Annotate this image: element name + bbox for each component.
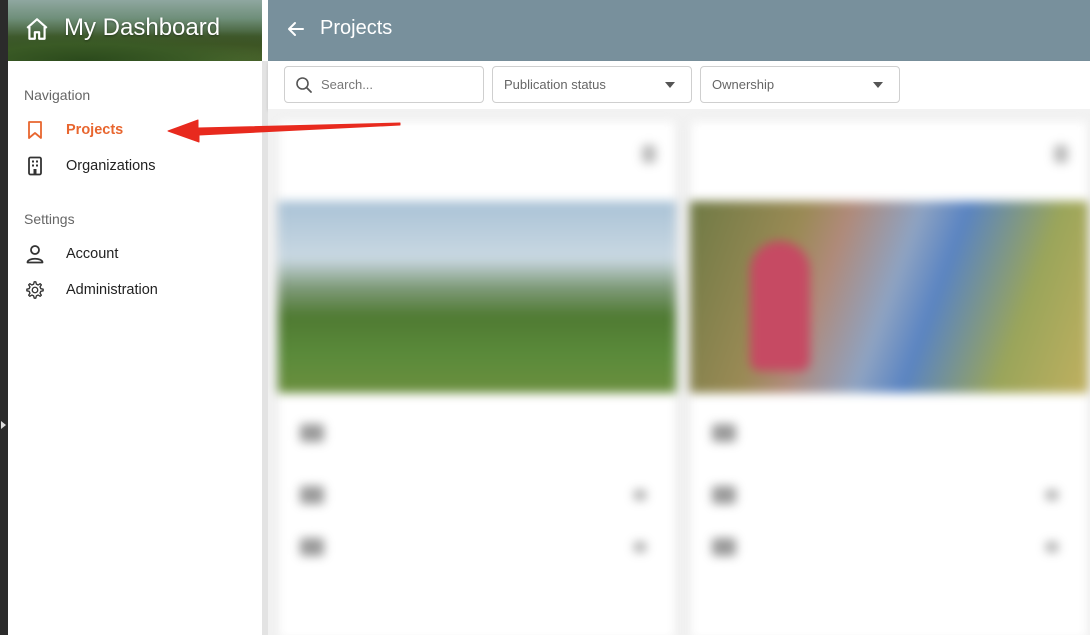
chevron-down-icon	[873, 82, 883, 88]
search-field[interactable]	[284, 66, 484, 103]
project-card[interactable]	[690, 121, 1088, 635]
row-icon	[712, 486, 736, 504]
project-image	[690, 201, 1088, 393]
ownership-select[interactable]: Ownership	[700, 66, 900, 103]
sidebar-item-account[interactable]: Account	[24, 239, 254, 269]
sidebar-item-label: Organizations	[66, 158, 156, 174]
more-options-icon[interactable]	[1054, 145, 1068, 163]
publication-status-label: Publication status	[504, 77, 606, 92]
sidebar: My Dashboard Navigation Projects Organiz…	[8, 0, 262, 635]
person-icon	[24, 243, 46, 265]
dashboard-title[interactable]: My Dashboard	[64, 14, 220, 42]
row-icon	[300, 424, 324, 442]
project-card[interactable]	[278, 121, 676, 635]
page-title: Projects	[320, 17, 393, 39]
chevron-right-icon	[1046, 490, 1058, 500]
row-icon	[300, 538, 324, 556]
more-options-icon[interactable]	[642, 145, 656, 163]
sidebar-item-label: Account	[66, 246, 119, 262]
sidebar-item-administration[interactable]: Administration	[24, 275, 254, 305]
image-figure	[750, 241, 810, 371]
card-row	[300, 423, 352, 443]
row-icon	[300, 486, 324, 504]
search-icon	[296, 76, 312, 93]
card-row[interactable]	[712, 485, 764, 505]
expand-handle-icon[interactable]	[1, 421, 6, 429]
card-row[interactable]	[300, 537, 352, 557]
arrow-left-icon[interactable]	[286, 19, 306, 39]
sidebar-item-label: Projects	[66, 122, 124, 138]
section-label-settings: Settings	[24, 211, 75, 227]
sidebar-item-projects[interactable]: Projects	[24, 115, 254, 145]
sidebar-item-label: Administration	[66, 282, 158, 298]
filter-bar: Publication status Ownership	[268, 61, 1090, 109]
card-row[interactable]	[712, 537, 764, 557]
home-icon[interactable]	[24, 16, 50, 42]
row-icon	[712, 538, 736, 556]
building-icon	[24, 155, 46, 177]
blurred-content	[268, 109, 1090, 635]
app-bar: Projects	[268, 0, 1090, 61]
section-label-navigation: Navigation	[24, 87, 91, 103]
sidebar-item-organizations[interactable]: Organizations	[24, 151, 254, 181]
bookmark-icon	[24, 119, 46, 141]
projects-grid	[268, 109, 1090, 635]
ownership-label: Ownership	[712, 77, 775, 92]
chevron-down-icon	[665, 82, 675, 88]
project-image	[278, 201, 676, 393]
card-row	[712, 423, 764, 443]
sidebar-header: My Dashboard	[8, 0, 262, 61]
chevron-right-icon	[1046, 542, 1058, 552]
publication-status-select[interactable]: Publication status	[492, 66, 692, 103]
search-input[interactable]	[321, 77, 471, 92]
gear-icon	[24, 279, 46, 301]
chevron-right-icon	[634, 490, 646, 500]
chevron-right-icon	[634, 542, 646, 552]
row-icon	[712, 424, 736, 442]
window-edge	[0, 0, 8, 635]
card-row[interactable]	[300, 485, 352, 505]
